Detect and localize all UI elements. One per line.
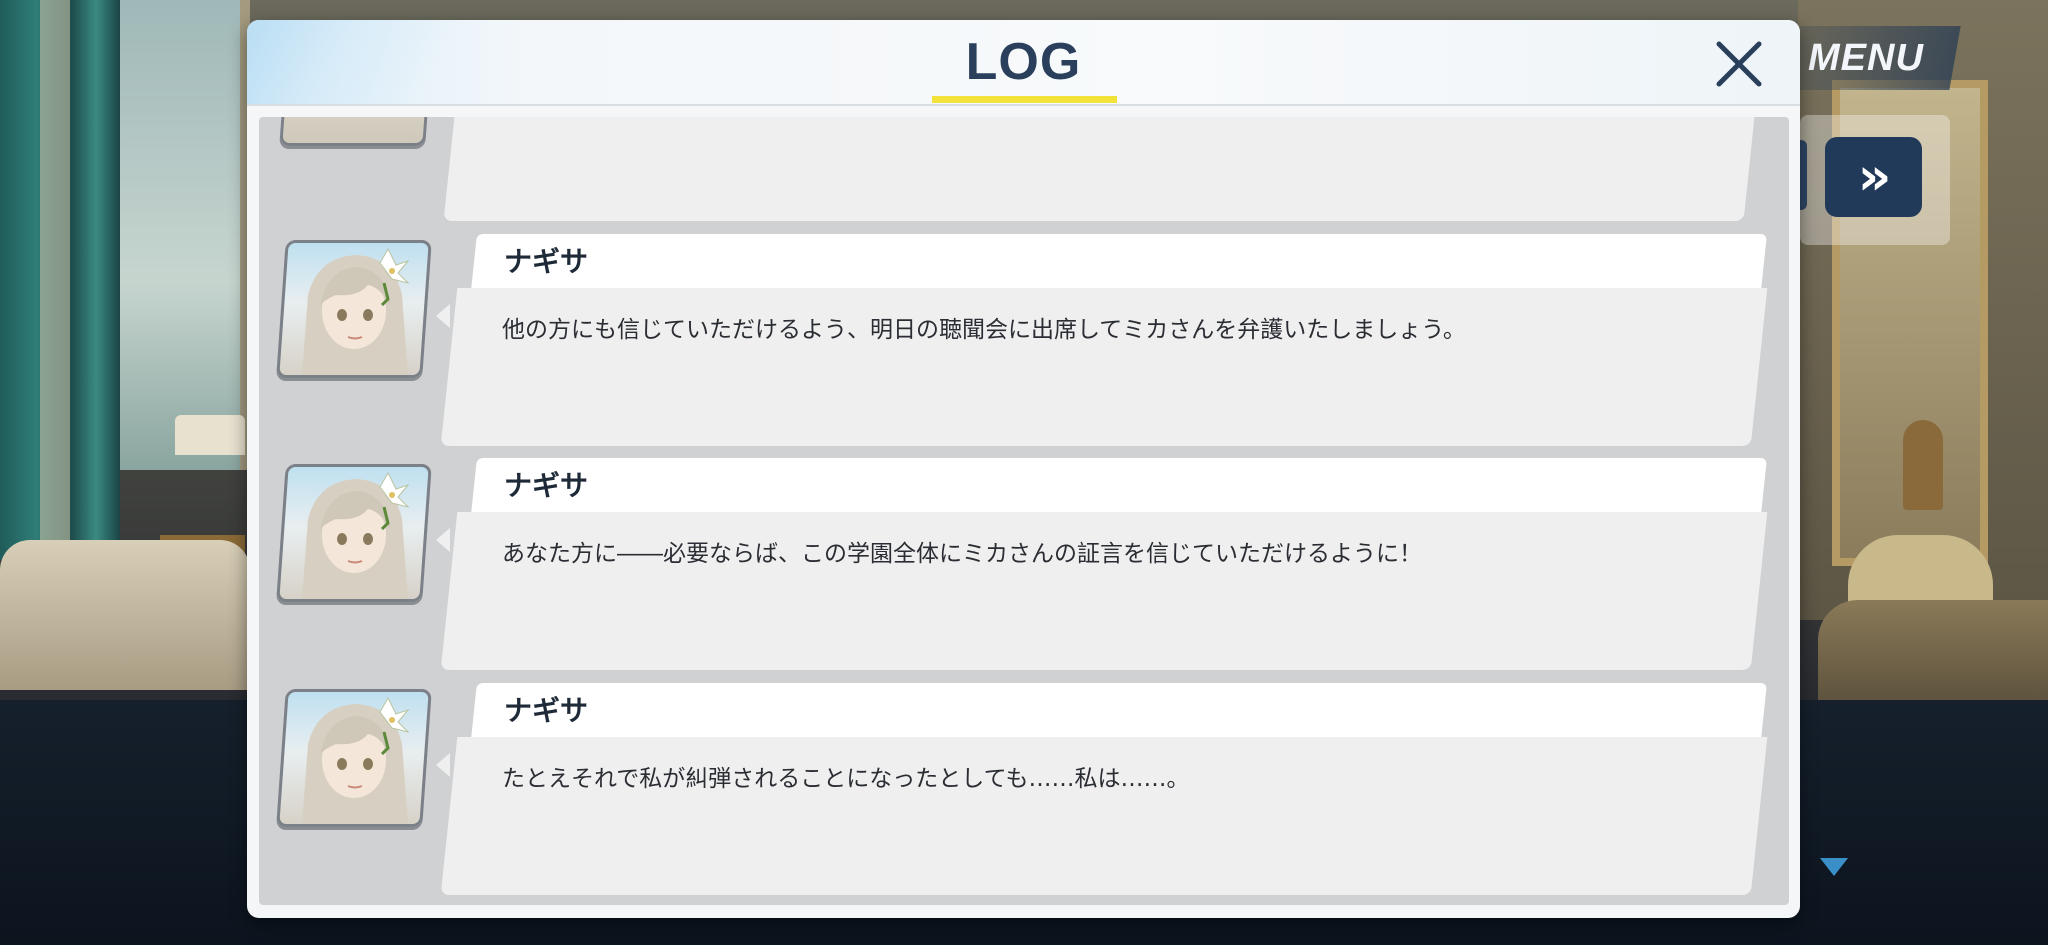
dialogue-text: たとえそれで私が糾弾されることになったとしても……私は……。 xyxy=(502,766,1190,792)
log-header: LOG xyxy=(247,20,1800,106)
character-avatar xyxy=(279,117,429,146)
bubble-tail xyxy=(436,753,450,777)
name-tab xyxy=(471,234,1767,290)
log-entry: ナギサ あなた方に――必要ならば、この学園全体にミカさんの証言を信じていただける… xyxy=(259,458,1789,670)
lamp xyxy=(175,415,245,455)
close-button[interactable] xyxy=(1709,34,1769,94)
speaker-name: ナギサ xyxy=(504,694,589,727)
character-avatar xyxy=(276,240,432,378)
fast-forward-icon: » xyxy=(1857,147,1891,207)
log-entry-partial xyxy=(259,117,1789,225)
character-avatar xyxy=(276,464,432,602)
dialogue-text: 他の方にも信じていただけるよう、明日の聴聞会に出席してミカさんを弁護いたしましょ… xyxy=(502,317,1466,343)
log-window: LOG ナギサ 他の方にも信じていただけるよう、明日の聴聞会に出席してミカさんを… xyxy=(247,20,1800,918)
log-title: LOG xyxy=(965,33,1082,91)
fast-forward-button[interactable]: » xyxy=(1825,137,1922,217)
log-entry: ナギサ たとえそれで私が糾弾されることになったとしても……私は……。 xyxy=(259,683,1789,895)
bubble-tail xyxy=(436,304,450,328)
pillar xyxy=(40,0,70,560)
nagisa-portrait-icon xyxy=(302,471,410,599)
bubble-tail xyxy=(436,528,450,552)
nagisa-portrait-icon xyxy=(302,247,410,375)
log-list[interactable]: ナギサ 他の方にも信じていただけるよう、明日の聴聞会に出席してミカさんを弁護いた… xyxy=(259,117,1789,905)
speaker-name: ナギサ xyxy=(504,245,589,278)
dialogue-bubble xyxy=(443,117,1755,221)
sofa xyxy=(0,540,250,690)
dialogue-text: あなた方に――必要ならば、この学園全体にミカさんの証言を信じていただけるように！ xyxy=(502,541,1422,567)
title-underline xyxy=(932,96,1117,103)
name-tab xyxy=(471,458,1767,514)
window xyxy=(120,0,250,470)
statue-bust xyxy=(1903,420,1943,510)
menu-label[interactable]: MENU xyxy=(1808,37,1924,80)
nagisa-portrait-icon xyxy=(302,696,410,824)
close-icon xyxy=(1716,41,1762,87)
speaker-name: ナギサ xyxy=(504,469,589,502)
name-tab xyxy=(471,683,1767,739)
character-avatar xyxy=(276,689,432,827)
scroll-down-icon[interactable] xyxy=(1820,858,1848,876)
log-entry: ナギサ 他の方にも信じていただけるよう、明日の聴聞会に出席してミカさんを弁護いた… xyxy=(259,234,1789,446)
